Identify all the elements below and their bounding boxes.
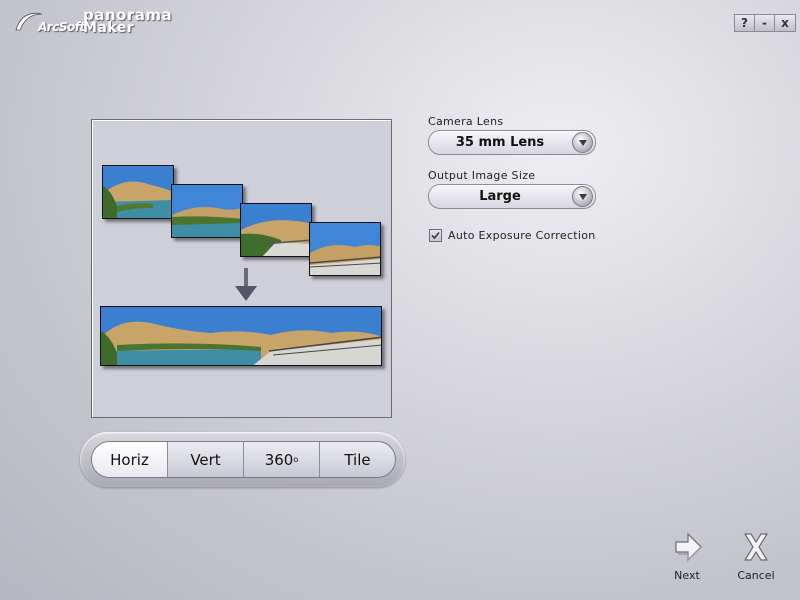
source-photo-2: [171, 184, 243, 238]
mode-horiz-label: Horiz: [110, 450, 149, 469]
source-photo-1: [102, 165, 174, 219]
close-x-icon: [743, 533, 769, 561]
chevron-down-icon[interactable]: [572, 132, 593, 153]
output-size-dropdown[interactable]: Large: [428, 184, 596, 209]
mode-360-label: 360: [264, 450, 294, 469]
output-size-value: Large: [479, 189, 521, 204]
source-photo-3: [240, 203, 312, 257]
minimize-button[interactable]: -: [755, 15, 775, 31]
auto-exposure-option[interactable]: Auto Exposure Correction: [429, 229, 596, 242]
next-button[interactable]: Next: [662, 528, 712, 582]
cancel-button[interactable]: Cancel: [731, 528, 781, 582]
arrow-right-icon: [675, 532, 702, 562]
layout-mode-selector: Horiz Vert 360 o Tile: [80, 432, 405, 487]
product-name-line2: Maker: [83, 20, 135, 36]
mode-tile-label: Tile: [344, 450, 371, 469]
degree-symbol: o: [293, 455, 299, 464]
mode-horiz-button[interactable]: Horiz: [92, 442, 168, 477]
camera-lens-value: 35 mm Lens: [455, 135, 545, 150]
mode-vert-button[interactable]: Vert: [168, 442, 244, 477]
help-button[interactable]: ?: [735, 15, 755, 31]
close-button[interactable]: x: [775, 15, 795, 31]
chevron-down-icon[interactable]: [572, 186, 593, 207]
app-logo: ArcSoft panorama Maker: [14, 8, 174, 38]
camera-lens-label: Camera Lens: [428, 115, 504, 128]
next-label: Next: [674, 569, 700, 582]
mode-360-button[interactable]: 360 o: [244, 442, 320, 477]
panorama-preview-panel: [91, 119, 392, 418]
mode-vert-label: Vert: [190, 450, 221, 469]
brand-name: ArcSoft: [38, 20, 85, 34]
source-photo-4: [309, 222, 381, 276]
stitched-panorama-preview: [100, 306, 382, 366]
camera-lens-dropdown[interactable]: 35 mm Lens: [428, 130, 596, 155]
mode-tile-button[interactable]: Tile: [320, 442, 395, 477]
auto-exposure-label: Auto Exposure Correction: [448, 229, 596, 242]
cancel-label: Cancel: [737, 569, 775, 582]
arrow-down-icon: [235, 268, 257, 301]
checkmark-icon: [431, 231, 440, 240]
window-controls: ? - x: [734, 14, 796, 32]
auto-exposure-checkbox[interactable]: [429, 229, 442, 242]
output-size-label: Output Image Size: [428, 169, 536, 182]
